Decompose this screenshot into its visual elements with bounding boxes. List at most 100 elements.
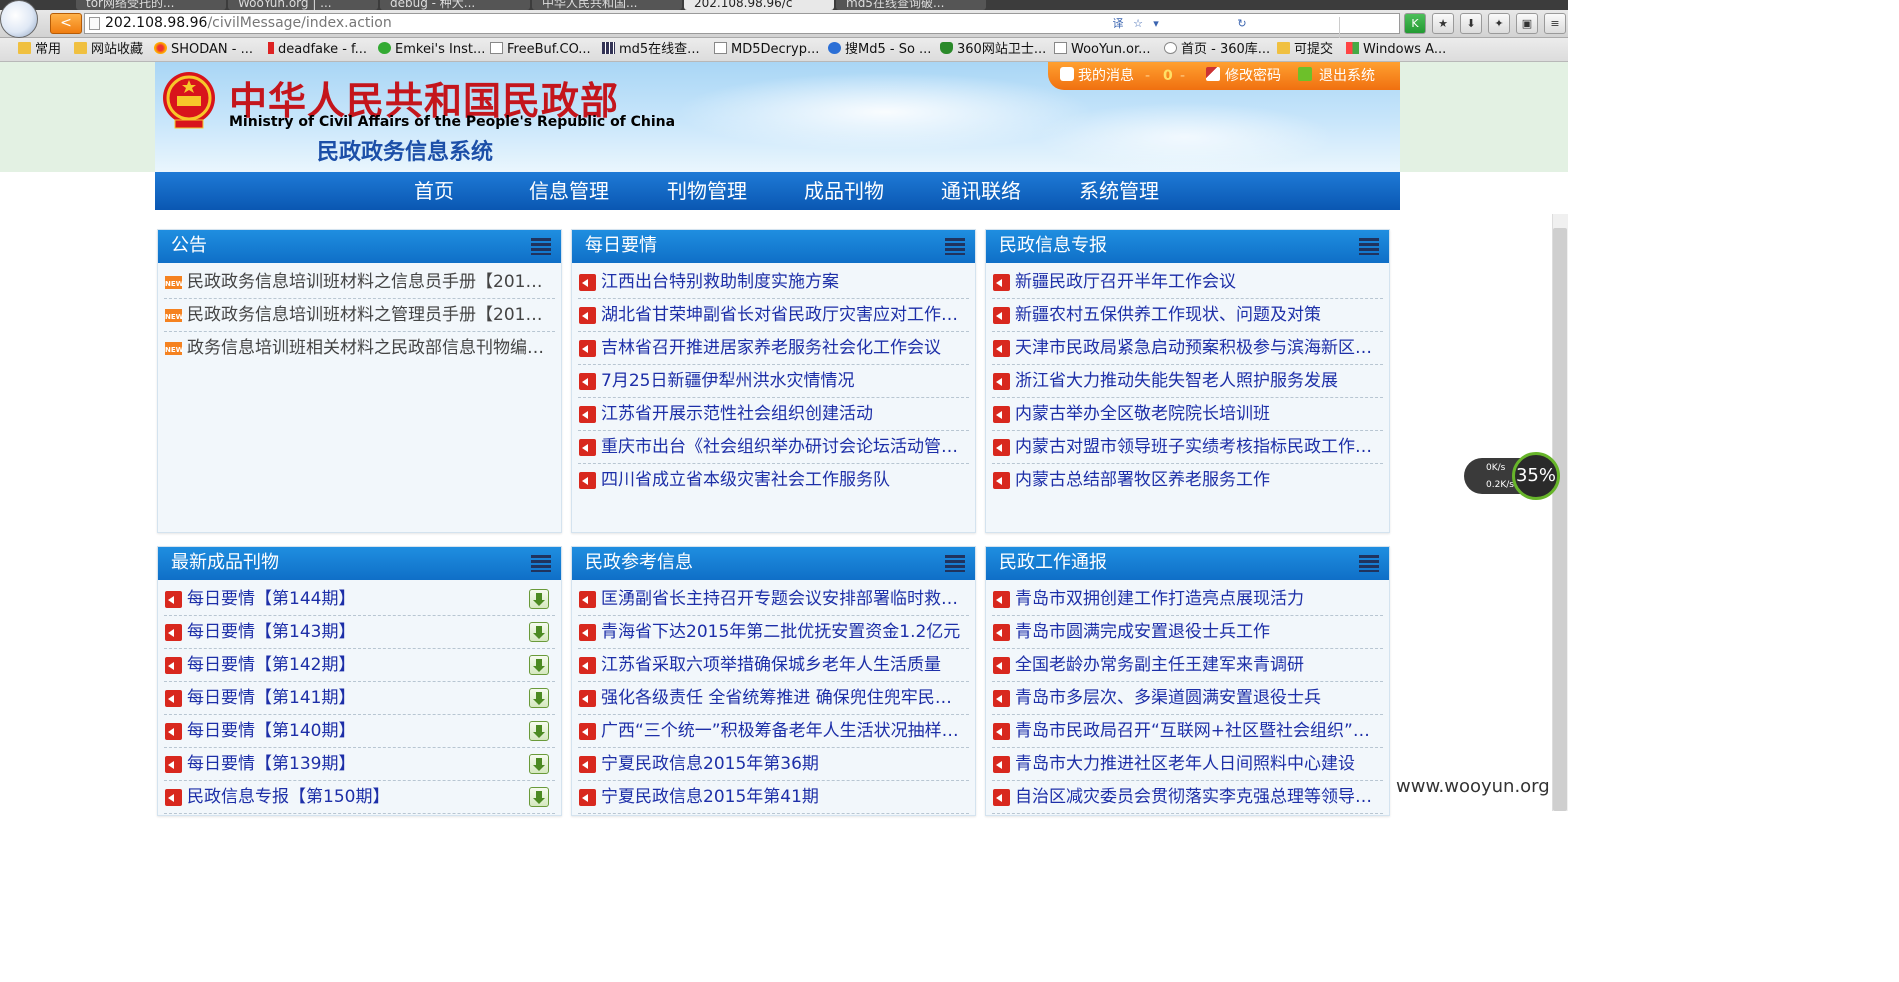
list-item[interactable]: 宁夏民政信息2015年第41期 xyxy=(578,781,969,814)
screenshot-button[interactable]: ▣ xyxy=(1516,13,1538,34)
list-item[interactable]: 重庆市出台《社会组织举办研讨会论坛活动管理办法》 xyxy=(578,431,969,464)
bookmark-item[interactable]: md5在线查... xyxy=(602,42,700,58)
list-item[interactable]: NEW 民政政务信息培训班材料之管理员手册【2015】 xyxy=(164,299,555,332)
list-item[interactable]: 每日要情【第140期】 xyxy=(164,715,555,748)
browser-tab[interactable]: WooYun.org | ... xyxy=(228,0,378,10)
favorites-button[interactable]: ★ xyxy=(1432,13,1454,34)
list-item[interactable]: 四川省成立省本级灾害社会工作服务队 xyxy=(578,464,969,497)
bookmark-star-icon[interactable]: ☆ xyxy=(1131,17,1145,31)
address-bar[interactable]: 202.108.98.96/civilMessage/index.action … xyxy=(84,13,1481,38)
list-item[interactable]: 青岛市圆满完成安置退役士兵工作 xyxy=(992,616,1383,649)
bookmark-item[interactable]: WooYun.or... xyxy=(1054,42,1151,58)
bookmark-item[interactable]: MD5Decryp... xyxy=(714,42,819,58)
browser-tab-active[interactable]: 202.108.98.96/c xyxy=(684,0,834,10)
panel-menu-icon[interactable] xyxy=(945,238,965,255)
list-item[interactable]: 江西出台特别救助制度实施方案 xyxy=(578,266,969,299)
list-item[interactable]: 青海省下达2015年第二批优抚安置资金1.2亿元 xyxy=(578,616,969,649)
translate-icon[interactable]: 译 xyxy=(1111,17,1125,31)
browser-tab[interactable]: tor网络受托的... xyxy=(76,0,226,10)
list-item[interactable]: 7月25日新疆伊犁州洪水灾情情况 xyxy=(578,365,969,398)
browser-tab[interactable]: md5在线查询破... xyxy=(836,0,986,10)
message-count[interactable]: 0 xyxy=(1163,67,1173,85)
list-item[interactable]: 青岛市多层次、多渠道圆满安置退役士兵 xyxy=(992,682,1383,715)
nav-publication-management[interactable]: 刊物管理 xyxy=(667,178,747,204)
browser-tab[interactable]: 中华人民共和国... xyxy=(532,0,682,10)
panel-menu-icon[interactable] xyxy=(945,555,965,572)
download-icon[interactable] xyxy=(529,688,549,708)
watermark: www.wooyun.org xyxy=(1396,776,1550,797)
list-item[interactable]: 青岛市双拥创建工作打造亮点展现活力 xyxy=(992,583,1383,616)
bookmark-item[interactable]: 常用 xyxy=(18,42,61,58)
browser-logo-icon[interactable] xyxy=(0,0,38,38)
list-item[interactable]: 民政信息专报【第150期】 xyxy=(164,781,555,814)
nav-home[interactable]: 首页 xyxy=(414,178,454,204)
my-messages-link[interactable]: 我的消息 xyxy=(1078,67,1134,85)
share-icon[interactable]: ▾ xyxy=(1149,17,1163,31)
bookmark-item[interactable]: SHODAN - ... xyxy=(154,42,253,58)
list-item[interactable]: 自治区减灾委员会贯彻落实李克强总理等领导批示 xyxy=(992,781,1383,814)
nav-system-management[interactable]: 系统管理 xyxy=(1079,178,1159,204)
bookmark-item[interactable]: 搜Md5 - So ... xyxy=(828,42,931,58)
list-item[interactable]: 每日要情【第144期】 xyxy=(164,583,555,616)
refresh-icon[interactable]: ↻ xyxy=(1235,17,1249,31)
gamepad-button[interactable]: ✦ xyxy=(1488,13,1510,34)
list-item[interactable]: 新疆农村五保供养工作现状、问题及对策 xyxy=(992,299,1383,332)
download-icon[interactable] xyxy=(529,787,549,807)
list-item[interactable]: 天津市民政局紧急启动预案积极参与滨海新区救援工作 xyxy=(992,332,1383,365)
list-item[interactable]: 匡湧副省长主持召开专题会议安排部署临时救助工作 xyxy=(578,583,969,616)
browser-tab[interactable]: debug - 种大... xyxy=(380,0,530,10)
scrollbar-thumb[interactable] xyxy=(1553,228,1567,811)
list-item[interactable]: 浙江省大力推动失能失智老人照护服务发展 xyxy=(992,365,1383,398)
menu-button[interactable]: ≡ xyxy=(1544,13,1566,34)
extension-k-button[interactable]: K xyxy=(1404,13,1426,34)
back-button[interactable]: < xyxy=(50,13,82,34)
logout-link[interactable]: 退出系统 xyxy=(1319,67,1375,85)
list-item[interactable]: NEW 民政政务信息培训班材料之信息员手册【2015】 xyxy=(164,266,555,299)
list-item[interactable]: 每日要情【第141期】 xyxy=(164,682,555,715)
list-item[interactable]: 青岛市大力推进社区老年人日间照料中心建设 xyxy=(992,748,1383,781)
bookmark-item[interactable]: 网站收藏 xyxy=(74,42,143,58)
nav-finished-publications[interactable]: 成品刊物 xyxy=(804,178,884,204)
list-item[interactable]: 每日要情【第139期】 xyxy=(164,748,555,781)
list-item[interactable]: 强化各级责任 全省统筹推进 确保兜住兜牢民生底线 xyxy=(578,682,969,715)
list-item[interactable]: 全国老龄办常务副主任王建军来青调研 xyxy=(992,649,1383,682)
nav-communication[interactable]: 通讯联络 xyxy=(941,178,1021,204)
download-icon[interactable] xyxy=(529,754,549,774)
panel-header: 民政信息专报 xyxy=(986,230,1389,263)
list-item[interactable]: NEW 政务信息培训班相关材料之民政部信息刊物编辑规范 xyxy=(164,332,555,365)
speaker-icon xyxy=(165,624,182,641)
list-item[interactable]: 内蒙古举办全区敬老院院长培训班 xyxy=(992,398,1383,431)
list-item[interactable]: 江苏省采取六项举措确保城乡老年人生活质量 xyxy=(578,649,969,682)
bookmark-item[interactable]: deadfake - f... xyxy=(268,42,367,58)
list-item[interactable]: 宁夏民政信息2015年第36期 xyxy=(578,748,969,781)
list-item[interactable]: 青岛市民政局召开“互联网+社区暨社会组织”座谈会 xyxy=(992,715,1383,748)
memory-gauge[interactable]: 35% xyxy=(1512,452,1560,500)
list-item[interactable]: 每日要情【第143期】 xyxy=(164,616,555,649)
nav-info-management[interactable]: 信息管理 xyxy=(529,178,609,204)
list-item[interactable]: 吉林省召开推进居家养老服务社会化工作会议 xyxy=(578,332,969,365)
bookmark-item[interactable]: 首页 - 360库... xyxy=(1164,42,1270,58)
download-icon[interactable] xyxy=(529,589,549,609)
list-item[interactable]: 湖北省甘荣坤副省长对省民政厅灾害应对工作作出批示 xyxy=(578,299,969,332)
list-item[interactable]: 广西“三个统一”积极筹备老年人生活状况抽样调查 xyxy=(578,715,969,748)
bookmark-item[interactable]: 360网站卫士... xyxy=(940,42,1046,58)
bookmark-item[interactable]: FreeBuf.CO... xyxy=(490,42,591,58)
somd5-icon xyxy=(828,42,841,54)
panel-menu-icon[interactable] xyxy=(1359,238,1379,255)
panel-menu-icon[interactable] xyxy=(531,238,551,255)
list-item[interactable]: 江苏省开展示范性社会组织创建活动 xyxy=(578,398,969,431)
download-icon[interactable] xyxy=(529,721,549,741)
panel-menu-icon[interactable] xyxy=(531,555,551,572)
list-item[interactable]: 内蒙古对盟市领导班子实绩考核指标民政工作情况 xyxy=(992,431,1383,464)
bookmark-item[interactable]: Emkei's Inst... xyxy=(378,42,485,58)
list-item[interactable]: 内蒙古总结部署牧区养老服务工作 xyxy=(992,464,1383,497)
bookmark-item[interactable]: Windows A... xyxy=(1346,42,1446,58)
list-item[interactable]: 每日要情【第142期】 xyxy=(164,649,555,682)
download-icon[interactable] xyxy=(529,622,549,642)
download-icon[interactable] xyxy=(529,655,549,675)
download-button[interactable]: ⬇ xyxy=(1460,13,1482,34)
change-password-link[interactable]: 修改密码 xyxy=(1225,67,1281,85)
list-item[interactable]: 新疆民政厅召开半年工作会议 xyxy=(992,266,1383,299)
panel-menu-icon[interactable] xyxy=(1359,555,1379,572)
bookmark-item[interactable]: 可提交 xyxy=(1277,42,1333,58)
